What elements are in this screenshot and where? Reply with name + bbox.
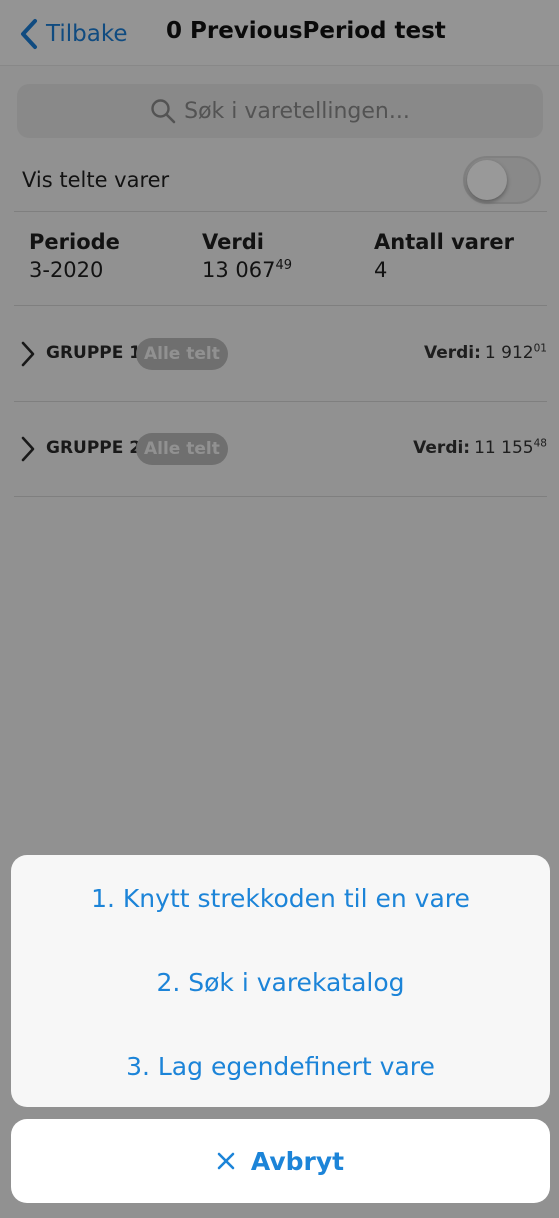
close-icon [217, 1152, 235, 1170]
cancel-button[interactable]: Avbryt [11, 1119, 550, 1203]
link-barcode-option[interactable]: 1. Knytt strekkoden til en vare [11, 856, 550, 940]
action-sheet: 1. Knytt strekkoden til en vare 2. Søk i… [11, 855, 550, 1107]
custom-item-option[interactable]: 3. Lag egendefinert vare [11, 1024, 550, 1108]
cancel-label: Avbryt [250, 1146, 345, 1176]
search-catalog-option[interactable]: 2. Søk i varekatalog [11, 940, 550, 1024]
